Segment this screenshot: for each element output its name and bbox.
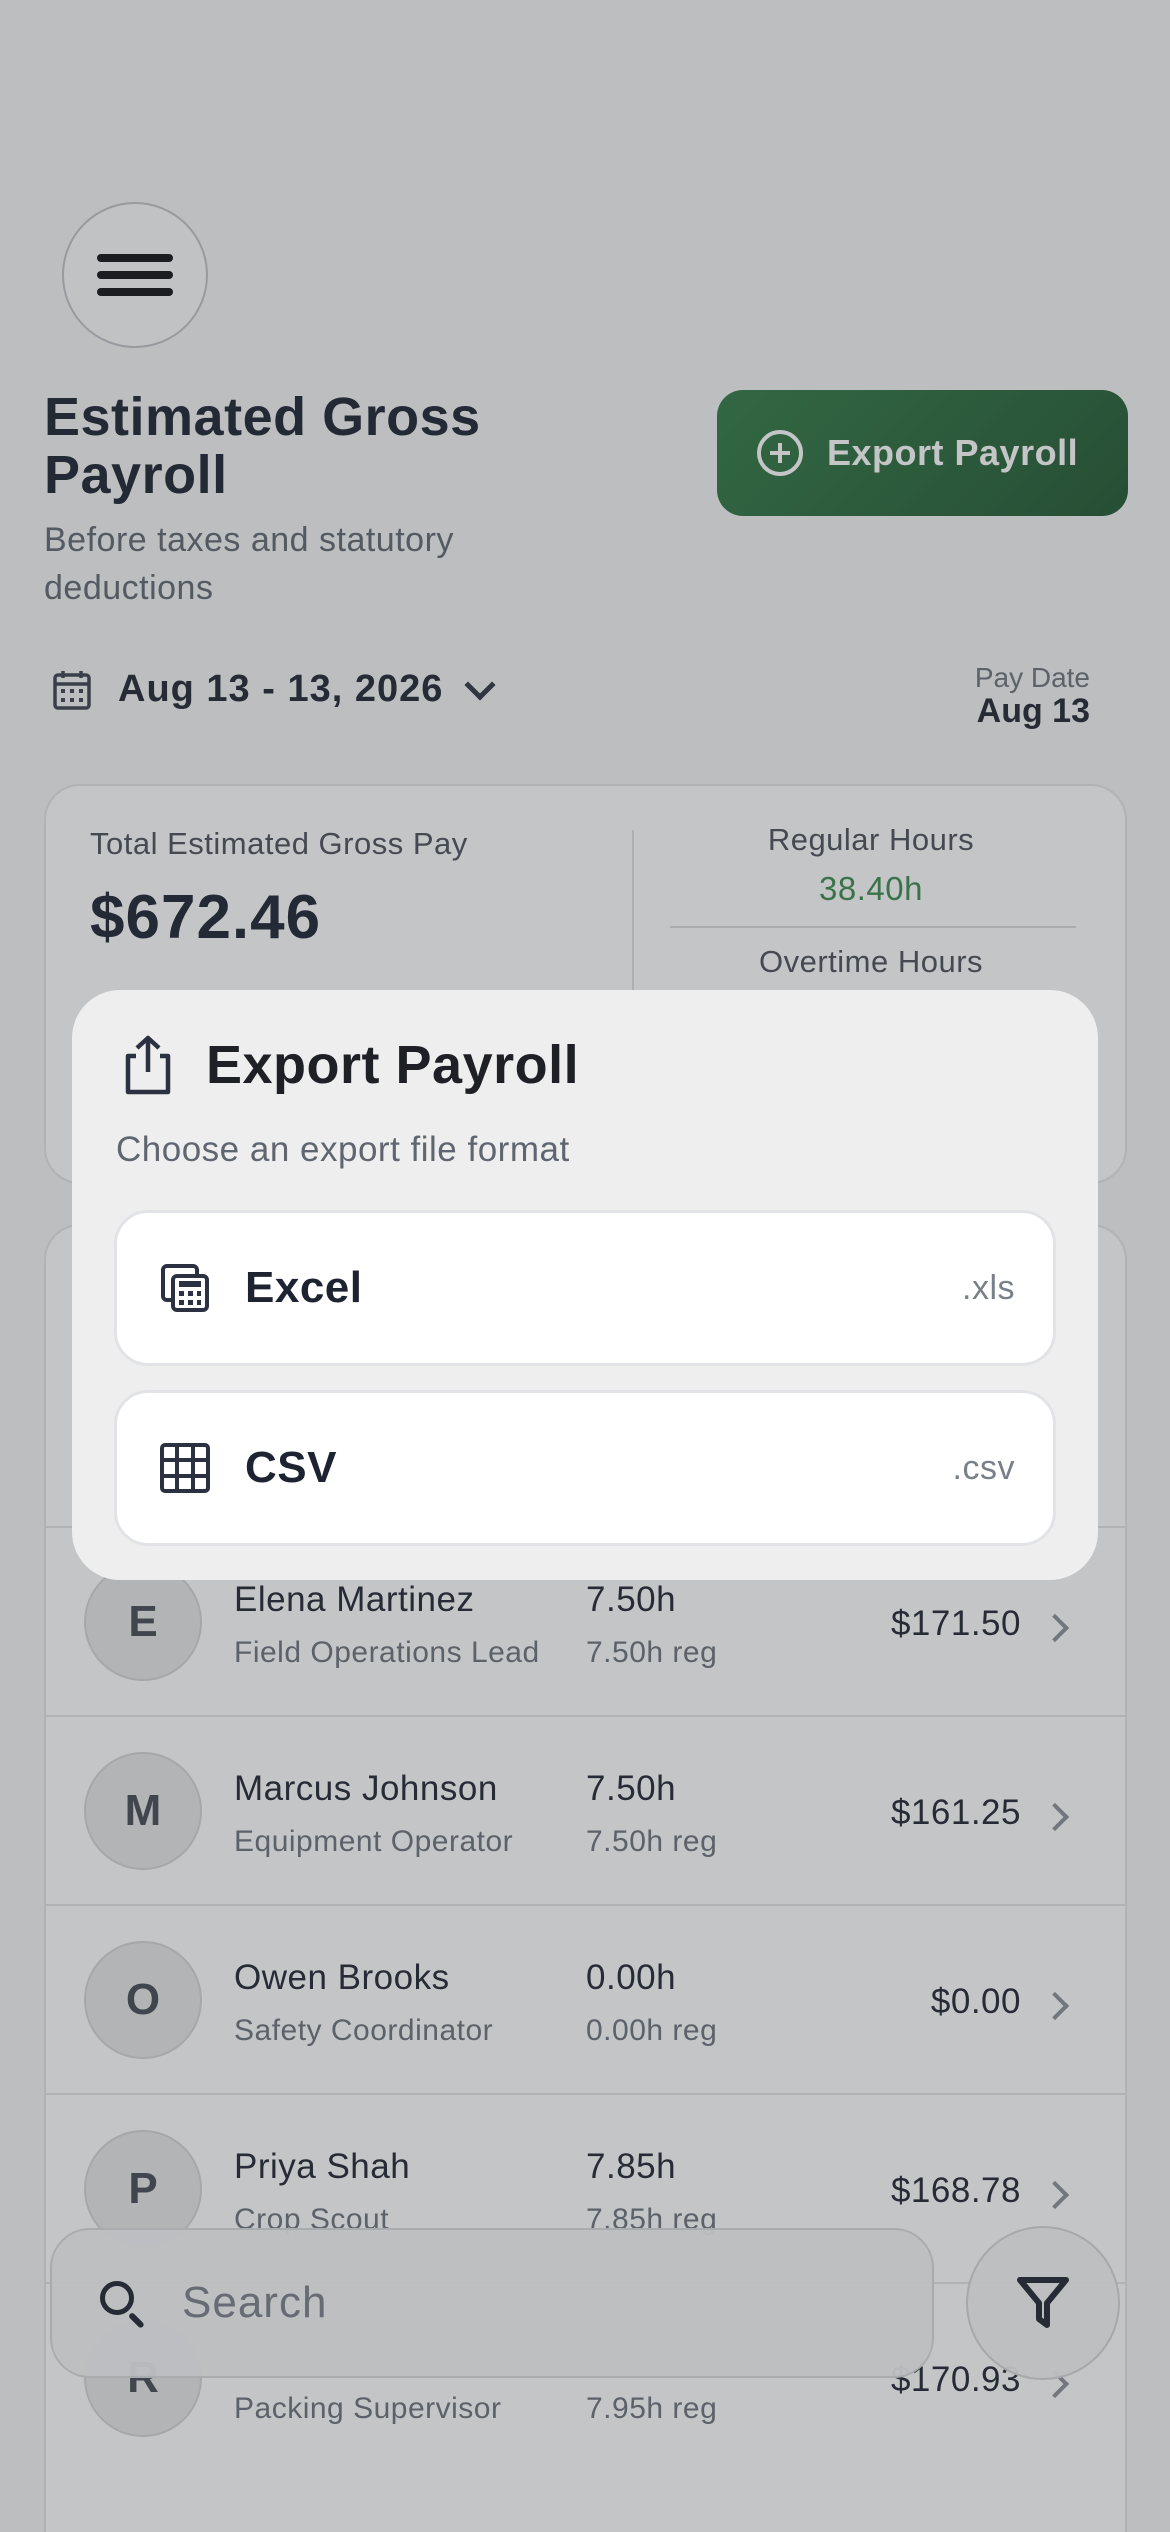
dialog-subtitle: Choose an export file format xyxy=(116,1130,570,1169)
grid-icon xyxy=(160,1443,210,1493)
excel-option-label: Excel xyxy=(245,1263,363,1312)
csv-option-label: CSV xyxy=(245,1443,337,1492)
export-payroll-dialog: Export Payroll Choose an export file for… xyxy=(72,990,1098,1580)
spreadsheet-icon xyxy=(161,1264,209,1312)
dialog-header: Export Payroll xyxy=(120,1034,579,1096)
payroll-screen: Estimated Gross Payroll Before taxes and… xyxy=(0,0,1170,2532)
excel-extension: .xls xyxy=(962,1268,1015,1307)
csv-extension: .csv xyxy=(952,1448,1015,1487)
export-csv-option[interactable]: CSV .csv xyxy=(114,1390,1056,1546)
share-icon xyxy=(125,1035,171,1095)
dialog-title: Export Payroll xyxy=(206,1035,580,1095)
export-excel-option[interactable]: Excel .xls xyxy=(114,1210,1056,1366)
